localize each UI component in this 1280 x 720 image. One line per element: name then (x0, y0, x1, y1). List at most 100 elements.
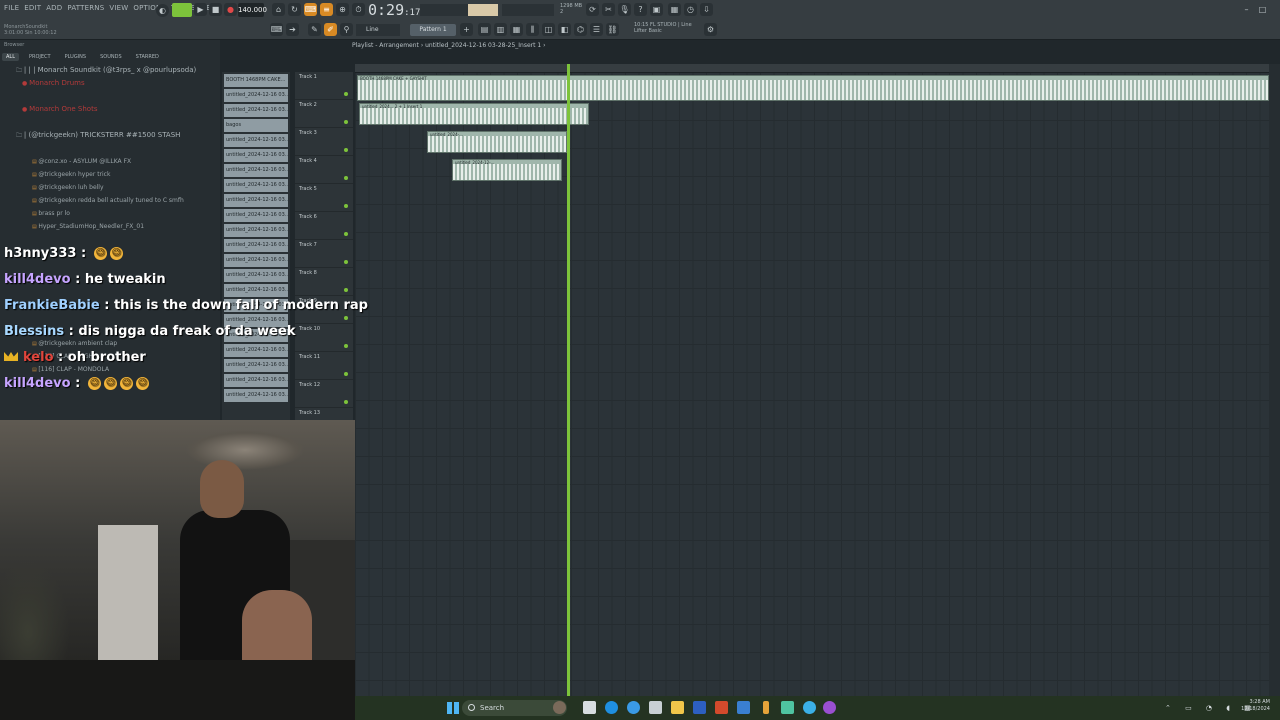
clock-icon[interactable]: ◷ (684, 3, 697, 16)
channel-button[interactable]: BOOTH 1468PM CAKE... (224, 74, 288, 87)
arrow-right-icon[interactable]: ➔ (286, 23, 299, 36)
pencil-tool-icon[interactable]: ✎ (308, 23, 321, 36)
browser-tab-starred[interactable]: STARRED (132, 53, 163, 61)
loop-record-icon[interactable]: ↻ (288, 3, 301, 16)
chat-username[interactable]: FrankieBabie (4, 298, 100, 313)
channel-button[interactable]: untitled_2024-12-16 03... (224, 164, 288, 177)
menu-file[interactable]: FILE (4, 4, 19, 12)
chat-username[interactable]: Blessins (4, 324, 64, 339)
minimize-icon[interactable]: – (1240, 3, 1253, 16)
touch-keyboard-icon[interactable]: ☰ (590, 23, 603, 36)
edge-beta-icon[interactable] (627, 701, 640, 714)
stop-icon[interactable]: ■ (209, 3, 222, 16)
browser-tab-plugins[interactable]: PLUGINS (61, 53, 90, 61)
channel-button[interactable]: untitled_2024-12-16 03... (224, 179, 288, 192)
master-volume-knob[interactable]: ◐ (156, 4, 169, 17)
tempo-display[interactable]: 140.000 (238, 3, 267, 17)
channel-button[interactable]: untitled_2024-12-16 03... (224, 134, 288, 147)
restore-icon[interactable]: □ (1256, 3, 1269, 16)
audio-clip[interactable]: untitled_2024... 2 + 1 Insert 1 (359, 103, 589, 125)
audio-clip[interactable]: untitled_2024-... (427, 131, 567, 153)
paint-tool-icon[interactable]: ✐ (324, 23, 337, 36)
snap-select[interactable]: Line (356, 24, 400, 36)
help-icon[interactable]: ? (634, 3, 647, 16)
vertical-scrollbar[interactable] (1269, 64, 1280, 696)
fl-studio-icon[interactable] (763, 701, 769, 714)
tree-item[interactable]: ● Monarch Drums (0, 77, 220, 90)
track-mute-led[interactable] (344, 232, 348, 236)
tree-item[interactable]: ▤ brass pr lo (0, 207, 220, 220)
menu-add[interactable]: ADD (46, 4, 62, 12)
browser-tab-sounds[interactable]: SOUNDS (96, 53, 126, 61)
plugin-icon[interactable]: ✂ (602, 3, 615, 16)
lock-icon[interactable]: ⌬ (574, 23, 587, 36)
mixer-view-icon[interactable]: ⫼ (526, 23, 539, 36)
taskbar-clock[interactable]: 3:28 AM 12/18/2024 (1241, 699, 1270, 713)
tree-item[interactable]: ● Monarch One Shots (0, 103, 220, 116)
app-blue-icon[interactable] (803, 701, 816, 714)
store-icon[interactable] (649, 701, 662, 714)
pattern-selector[interactable]: Pattern 1 (410, 24, 456, 36)
menu-edit[interactable]: EDIT (24, 4, 41, 12)
track-mute-led[interactable] (344, 176, 348, 180)
menu-view[interactable]: VIEW (109, 4, 128, 12)
cart-icon[interactable]: ▣ (650, 3, 663, 16)
chat-username[interactable]: h3nny333 (4, 246, 76, 261)
track-header[interactable]: Track 2 (295, 100, 353, 128)
file-explorer-icon[interactable] (671, 701, 684, 714)
playhead[interactable] (567, 64, 570, 696)
typing-keyboard-icon[interactable]: ⌨ (304, 3, 317, 16)
audio-clip[interactable]: BOOTH 1468PM CAKE + GAYSHIT (357, 75, 1269, 101)
metronome-icon[interactable]: ⌂ (272, 3, 285, 16)
channel-button[interactable]: untitled_2024-12-16 03... (224, 149, 288, 162)
track-mute-led[interactable] (344, 148, 348, 152)
tree-item[interactable]: 🗀 | (@trickgeekn) TRICKSTERR ##1500 STAS… (0, 129, 220, 142)
channel-button[interactable]: untitled_2024-12-16 03... (224, 224, 288, 237)
audio-clip[interactable]: untitled_2024-12-... (452, 159, 562, 181)
track-header[interactable]: Track 4 (295, 156, 353, 184)
track-mute-led[interactable] (344, 204, 348, 208)
edge-icon[interactable] (605, 701, 618, 714)
mixer-icon[interactable]: ▦ (668, 3, 681, 16)
timeline-ruler[interactable] (355, 64, 1269, 73)
countdown-icon[interactable]: ⏱ (352, 3, 365, 16)
chat-username[interactable]: kill4devo (4, 272, 71, 287)
channel-button[interactable]: untitled_2024-12-16 03... (224, 89, 288, 102)
step-edit-icon[interactable]: ≡ (320, 3, 333, 16)
record-icon[interactable]: ● (224, 3, 237, 16)
app-l-icon[interactable] (693, 701, 706, 714)
chat-username[interactable]: kill4devo (4, 376, 71, 391)
playlist-icon[interactable]: ▤ (478, 23, 491, 36)
app-green-icon[interactable] (781, 701, 794, 714)
task-view-icon[interactable] (583, 701, 596, 714)
browser-tab-project[interactable]: PROJECT (25, 53, 55, 61)
track-header[interactable]: Track 3 (295, 128, 353, 156)
snap-icon[interactable]: ⚲ (340, 23, 353, 36)
chain-icon[interactable]: ⛓ (606, 23, 619, 36)
track-mute-led[interactable] (344, 120, 348, 124)
play-icon[interactable]: ▶ (194, 3, 207, 16)
master-pitch[interactable] (468, 4, 498, 16)
avatar-icon[interactable] (553, 701, 566, 714)
tree-item[interactable]: ▤ @trickgeekn redda bell actually tuned … (0, 194, 220, 207)
channel-rack-icon[interactable]: ▦ (510, 23, 523, 36)
blend-notes-icon[interactable]: ⊕ (336, 3, 349, 16)
plugin-picker-icon[interactable]: ◧ (558, 23, 571, 36)
windows-start-icon[interactable] (447, 702, 459, 714)
tree-item[interactable]: ▤ @trickgeekn luh belly (0, 181, 220, 194)
pattern-song-toggle[interactable] (172, 3, 192, 17)
add-pattern-icon[interactable]: + (460, 23, 473, 36)
taskbar-search[interactable]: Search (462, 700, 567, 716)
piano-keys-icon[interactable]: ⌨ (270, 23, 283, 36)
mcafee-icon[interactable] (715, 701, 728, 714)
download-icon[interactable]: ⇩ (700, 3, 713, 16)
track-header[interactable]: Track 6 (295, 212, 353, 240)
channel-button[interactable]: untitled_2024-12-16 03... (224, 104, 288, 117)
tree-item[interactable]: ▤ Hyper_StadiumHop_Needler_FX_01 (0, 220, 220, 233)
channel-button[interactable]: untitled_2024-12-16 03... (224, 209, 288, 222)
piano-roll-icon[interactable]: ▥ (494, 23, 507, 36)
tree-item[interactable]: 🗀 | | | Monarch Soundkit (@t3rps_ x @pou… (0, 64, 220, 77)
chat-username[interactable]: kelo (23, 350, 54, 365)
mic-icon[interactable]: 🎙 (618, 3, 631, 16)
track-mute-led[interactable] (344, 92, 348, 96)
